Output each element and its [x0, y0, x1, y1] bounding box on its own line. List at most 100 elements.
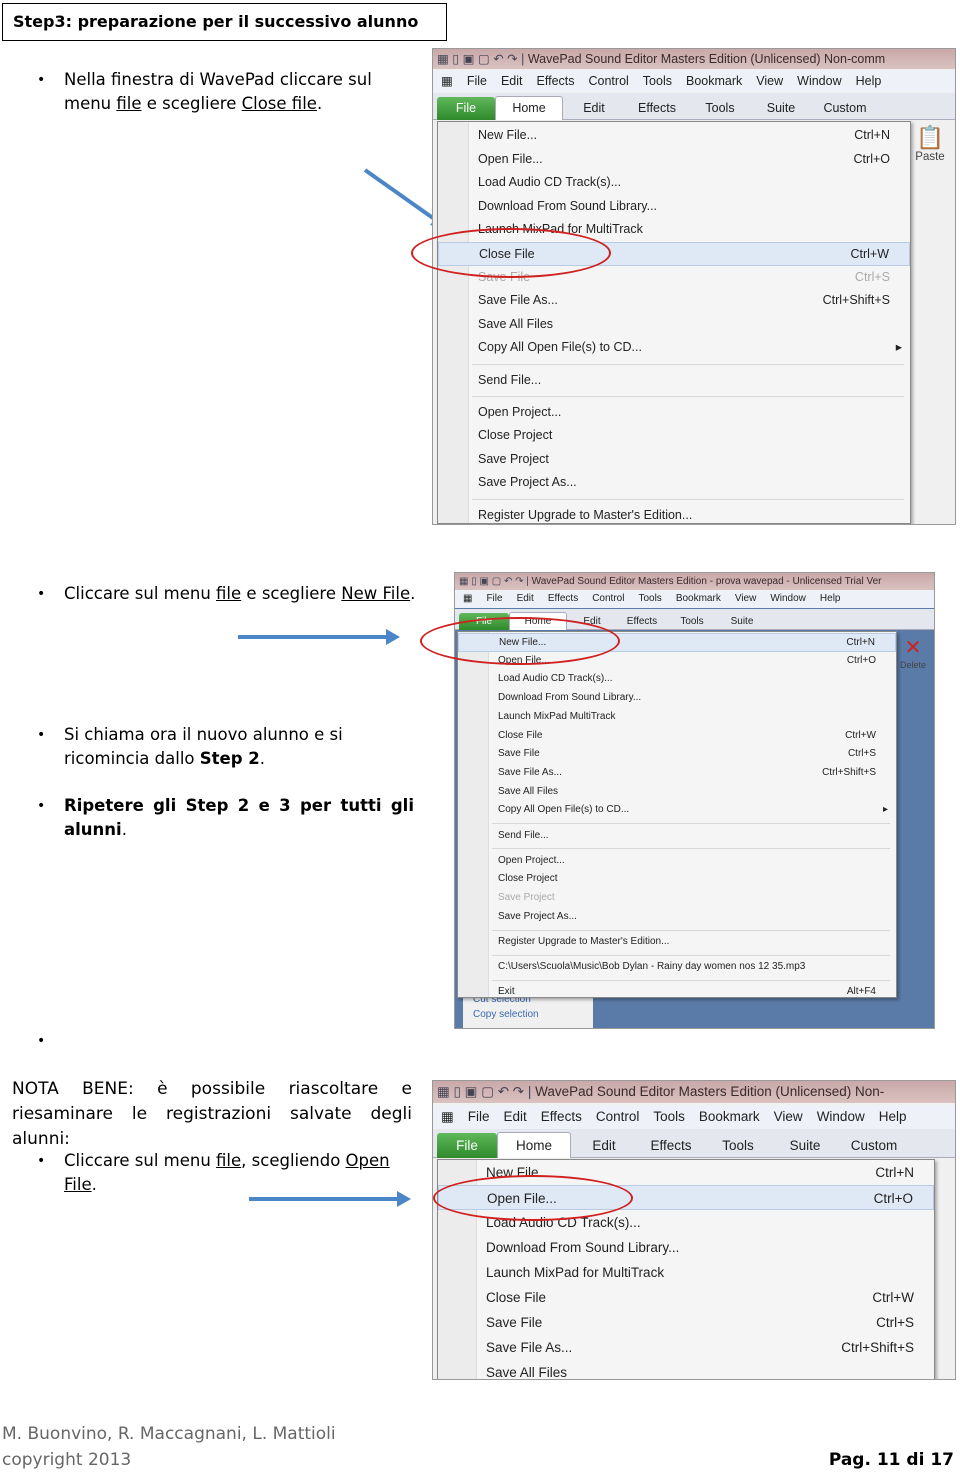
- menubar-item-view[interactable]: View: [735, 593, 757, 604]
- menu-item[interactable]: Save Project As...: [438, 471, 910, 495]
- menu-item[interactable]: Exit Alt+F4: [458, 983, 896, 1002]
- menubar-item-file[interactable]: File: [467, 74, 487, 88]
- menubar-item-window[interactable]: Window: [817, 1109, 865, 1124]
- menu-item[interactable]: Download From Sound Library...: [458, 689, 896, 708]
- menubar-item-help[interactable]: Help: [879, 1109, 907, 1124]
- app-icon: ▦ ▯ ▣ ▢ ↶ ↷ |: [459, 576, 532, 587]
- menu-item[interactable]: Launch MixPad for MultiTrack: [438, 1260, 934, 1285]
- menu-item[interactable]: Register Upgrade to Master's Edition...: [458, 933, 896, 952]
- menubar-item-bookmark[interactable]: Bookmark: [686, 74, 742, 88]
- menu-item[interactable]: Open File... Ctrl+O: [438, 148, 910, 172]
- menu-item[interactable]: Save File As... Ctrl+Shift+S: [438, 1335, 934, 1360]
- menubar-item-view[interactable]: View: [756, 74, 783, 88]
- ribbon-tab-custom[interactable]: Custom: [839, 1133, 909, 1158]
- menubar-item-control[interactable]: Control: [596, 1109, 640, 1124]
- window-title: WavePad Sound Editor Masters Edition (Un…: [535, 1084, 885, 1099]
- menubar-item-effects[interactable]: Effects: [548, 593, 578, 604]
- menu-item[interactable]: Save File Ctrl+S: [458, 745, 896, 764]
- ribbon-tab-edit[interactable]: Edit: [563, 97, 625, 120]
- page-number: Pag. 11 di 17: [828, 1450, 954, 1470]
- side-button-paste[interactable]: 📋 Paste: [907, 125, 953, 163]
- menu-item[interactable]: Open Project...: [458, 852, 896, 871]
- menubar-item-effects[interactable]: Effects: [541, 1109, 582, 1124]
- paste-icon: 📋: [915, 125, 944, 150]
- ribbon-tab-suite[interactable]: Suite: [751, 97, 811, 120]
- menubar-item-bookmark[interactable]: Bookmark: [699, 1109, 760, 1124]
- menu-item-label: Close File: [486, 1290, 547, 1305]
- menubar-item-help[interactable]: Help: [820, 593, 841, 604]
- menubar-item-control[interactable]: Control: [589, 74, 629, 88]
- menu-item[interactable]: Save Project: [438, 448, 910, 472]
- menubar-item-edit[interactable]: Edit: [504, 1109, 527, 1124]
- menu-item[interactable]: Download From Sound Library...: [438, 195, 910, 219]
- ribbon-tab-home[interactable]: Home: [495, 96, 563, 120]
- menubar-item-view[interactable]: View: [774, 1109, 803, 1124]
- window-title: WavePad Sound Editor Masters Edition - p…: [531, 576, 882, 587]
- ribbon-tab-suite[interactable]: Suite: [717, 613, 767, 630]
- title-bar: ▦ ▯ ▣ ▢ ↶ ↷ | WavePad Sound Editor Maste…: [455, 573, 934, 590]
- menubar-item-tools[interactable]: Tools: [643, 74, 672, 88]
- menubar-item-effects[interactable]: Effects: [537, 74, 575, 88]
- menu-item-label: Launch MixPad for MultiTrack: [486, 1265, 665, 1280]
- menubar-item-window[interactable]: Window: [770, 593, 806, 604]
- menubar-item-file[interactable]: File: [468, 1109, 490, 1124]
- arrow-head-icon: [386, 629, 400, 645]
- menu-item[interactable]: Close Project: [438, 424, 910, 448]
- menu-item[interactable]: Copy All Open File(s) to CD... ▸: [438, 336, 910, 360]
- menubar-item-edit[interactable]: Edit: [501, 74, 523, 88]
- menu-item[interactable]: Save All Files: [438, 313, 910, 337]
- menu-item[interactable]: Download From Sound Library...: [438, 1235, 934, 1260]
- menu-item[interactable]: C:\Users\Scuola\Music\Bob Dylan - Rainy …: [458, 958, 896, 977]
- menu-item[interactable]: Copy All Open File(s) to CD... ▸: [458, 801, 896, 820]
- menubar-item-edit[interactable]: Edit: [517, 593, 534, 604]
- menu-item[interactable]: New File... Ctrl+N: [438, 124, 910, 148]
- menubar-item-tools[interactable]: Tools: [638, 593, 661, 604]
- menu-item[interactable]: Send File...: [458, 827, 896, 846]
- ribbon-tab-effects[interactable]: Effects: [617, 613, 667, 630]
- bullet: •: [37, 727, 46, 743]
- menu-item[interactable]: Save Project: [458, 889, 896, 908]
- ribbon-tab-tools[interactable]: Tools: [689, 97, 751, 120]
- menu-item[interactable]: Close File Ctrl+W: [458, 727, 896, 746]
- menu-item[interactable]: Load Audio CD Track(s)...: [438, 171, 910, 195]
- ribbon-tab-home[interactable]: Home: [497, 1132, 571, 1158]
- menu-item[interactable]: Save File As... Ctrl+Shift+S: [458, 764, 896, 783]
- menu-item[interactable]: Launch MixPad MultiTrack: [458, 708, 896, 727]
- menu-item[interactable]: Save All Files: [438, 1360, 934, 1379]
- ribbon-tab-effects[interactable]: Effects: [625, 97, 689, 120]
- menu-item[interactable]: Load Audio CD Track(s)...: [458, 670, 896, 689]
- menubar-item-tools[interactable]: Tools: [653, 1109, 685, 1124]
- menu-bar: ▦ File Edit Effects Control Tools Bookmark View…: [455, 590, 934, 608]
- ribbon-tab-tools[interactable]: Tools: [667, 613, 717, 630]
- menubar-item-window[interactable]: Window: [797, 74, 841, 88]
- menu-item-label: Save All Files: [498, 785, 559, 797]
- menu-item-label: Launch MixPad MultiTrack: [498, 710, 616, 722]
- menubar-item-bookmark[interactable]: Bookmark: [676, 593, 721, 604]
- ribbon-tab-file[interactable]: File: [437, 1133, 497, 1158]
- menu-item[interactable]: Save File Ctrl+S: [438, 1310, 934, 1335]
- ribbon-tab-effects[interactable]: Effects: [637, 1133, 705, 1158]
- menu-item[interactable]: Register Upgrade to Master's Edition...: [438, 504, 910, 525]
- menu-item-shortcut: Ctrl+W: [845, 729, 876, 741]
- menu-item[interactable]: Close Project: [458, 870, 896, 889]
- menubar-item-file[interactable]: File: [486, 593, 502, 604]
- menu-item[interactable]: Save File As... Ctrl+Shift+S: [438, 289, 910, 313]
- menu-item[interactable]: Open Project...: [438, 401, 910, 425]
- ribbon-tab-tools[interactable]: Tools: [705, 1133, 771, 1158]
- menubar-item-help[interactable]: Help: [856, 74, 882, 88]
- menu-item[interactable]: Send File...: [438, 369, 910, 393]
- ribbon-tab-edit[interactable]: Edit: [571, 1133, 637, 1158]
- menu-item-label: Save Project: [478, 451, 549, 466]
- app-icon: ▦ ▯ ▣ ▢ ↶ ↷ |: [437, 1084, 536, 1099]
- ribbon-tab-suite[interactable]: Suite: [771, 1133, 839, 1158]
- menu-item-shortcut: Alt+F4: [846, 986, 876, 998]
- ribbon-tab-file[interactable]: File: [437, 97, 495, 120]
- side-button-delete[interactable]: ✕ Delete: [894, 635, 932, 670]
- menu-item[interactable]: Close File Ctrl+W: [438, 1285, 934, 1310]
- side-link[interactable]: Copy selection: [473, 1009, 593, 1020]
- menubar-item-control[interactable]: Control: [592, 593, 624, 604]
- menu-item[interactable]: Save Project As...: [458, 908, 896, 927]
- menu-item-label: Load Audio CD Track(s)...: [498, 673, 613, 685]
- ribbon-tab-custom[interactable]: Custom: [811, 97, 879, 120]
- menu-item[interactable]: Save All Files: [458, 783, 896, 802]
